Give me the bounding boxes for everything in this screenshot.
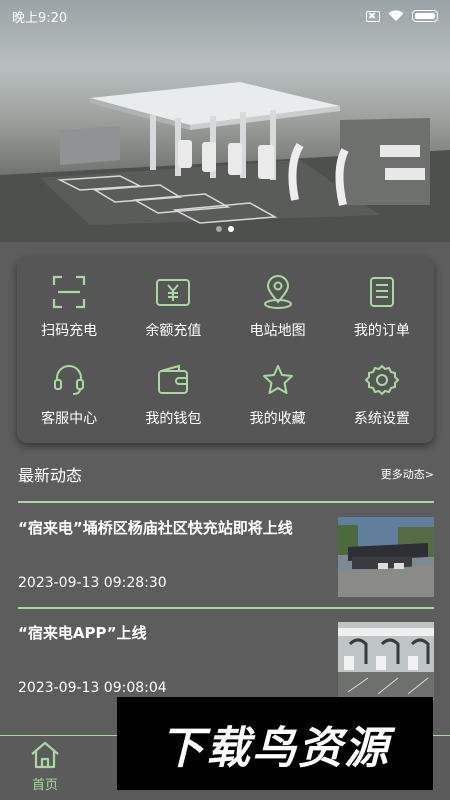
charging-station-image [0, 82, 450, 242]
news-text: “宿来电APP”上线 [18, 620, 323, 646]
carousel-indicator [0, 226, 450, 232]
menu-label: 我的钱包 [145, 411, 202, 427]
gear-icon [364, 364, 400, 396]
menu-my-orders[interactable]: 我的订单 [330, 263, 434, 351]
nav-home[interactable]: 首页 [14, 740, 76, 798]
news-header: 最新动态 更多动态> [18, 460, 434, 488]
carousel-dot[interactable] [216, 226, 222, 232]
menu-scan-charge[interactable]: 扫码充电 [17, 263, 121, 351]
news-date: 2023-09-13 09:08:04 [18, 680, 167, 696]
news-text: “宿来电”埇桥区杨庙社区快充站即将上线 [18, 515, 323, 541]
headset-icon [54, 365, 85, 395]
news-section-title: 最新动态 [18, 466, 83, 485]
hero-banner[interactable] [0, 0, 450, 242]
map-pin-icon [263, 275, 292, 309]
wifi-icon [388, 10, 404, 21]
order-list-icon [369, 277, 394, 307]
news-thumbnail [338, 517, 434, 597]
menu-label: 余额充值 [145, 323, 202, 339]
news-headline: “宿来电APP”上线 [18, 624, 147, 642]
watermark: 下载鸟资源 [117, 697, 433, 790]
news-thumbnail [338, 622, 434, 702]
star-icon [262, 365, 293, 394]
news-item[interactable]: “宿来电”埇桥区杨庙社区快充站即将上线 2023-09-13 09:28:30 [18, 515, 434, 619]
menu-label: 我的收藏 [249, 411, 306, 427]
watermark-text: 下载鸟资源 [160, 722, 390, 774]
scan-icon [53, 275, 86, 309]
yen-wallet-icon [156, 279, 191, 306]
battery-icon [412, 10, 438, 22]
menu-my-wallet[interactable]: 我的钱包 [121, 351, 225, 439]
menu-label: 我的订单 [353, 323, 410, 339]
menu-balance-recharge[interactable]: 余额充值 [121, 263, 225, 351]
nav-home-label: 首页 [31, 778, 58, 793]
wallet-icon [158, 364, 189, 394]
more-news-link[interactable]: 更多动态> [381, 466, 434, 482]
divider [18, 607, 434, 609]
status-time: 晚上9:20 [12, 10, 68, 26]
home-icon [31, 741, 59, 769]
news-date: 2023-09-13 09:28:30 [18, 575, 167, 591]
menu-my-favorites[interactable]: 我的收藏 [226, 351, 330, 439]
status-icons [366, 10, 438, 22]
menu-label: 扫码充电 [41, 323, 98, 339]
menu-system-settings[interactable]: 系统设置 [330, 351, 434, 439]
news-headline: “宿来电”埇桥区杨庙社区快充站即将上线 [18, 519, 293, 537]
menu-label: 客服中心 [41, 411, 98, 427]
quick-menu: 扫码充电 余额充值 电站地图 我的订单 客服中心 我的钱包 我的收藏 系统设置 [17, 257, 434, 443]
status-bar: 晚上9:20 [0, 0, 450, 32]
menu-station-map[interactable]: 电站地图 [226, 263, 330, 351]
menu-customer-service[interactable]: 客服中心 [17, 351, 121, 439]
divider [18, 501, 434, 503]
carousel-dot-active[interactable] [228, 226, 234, 232]
menu-label: 系统设置 [353, 411, 410, 427]
menu-label: 电站地图 [249, 323, 306, 339]
no-sim-icon [366, 10, 380, 22]
